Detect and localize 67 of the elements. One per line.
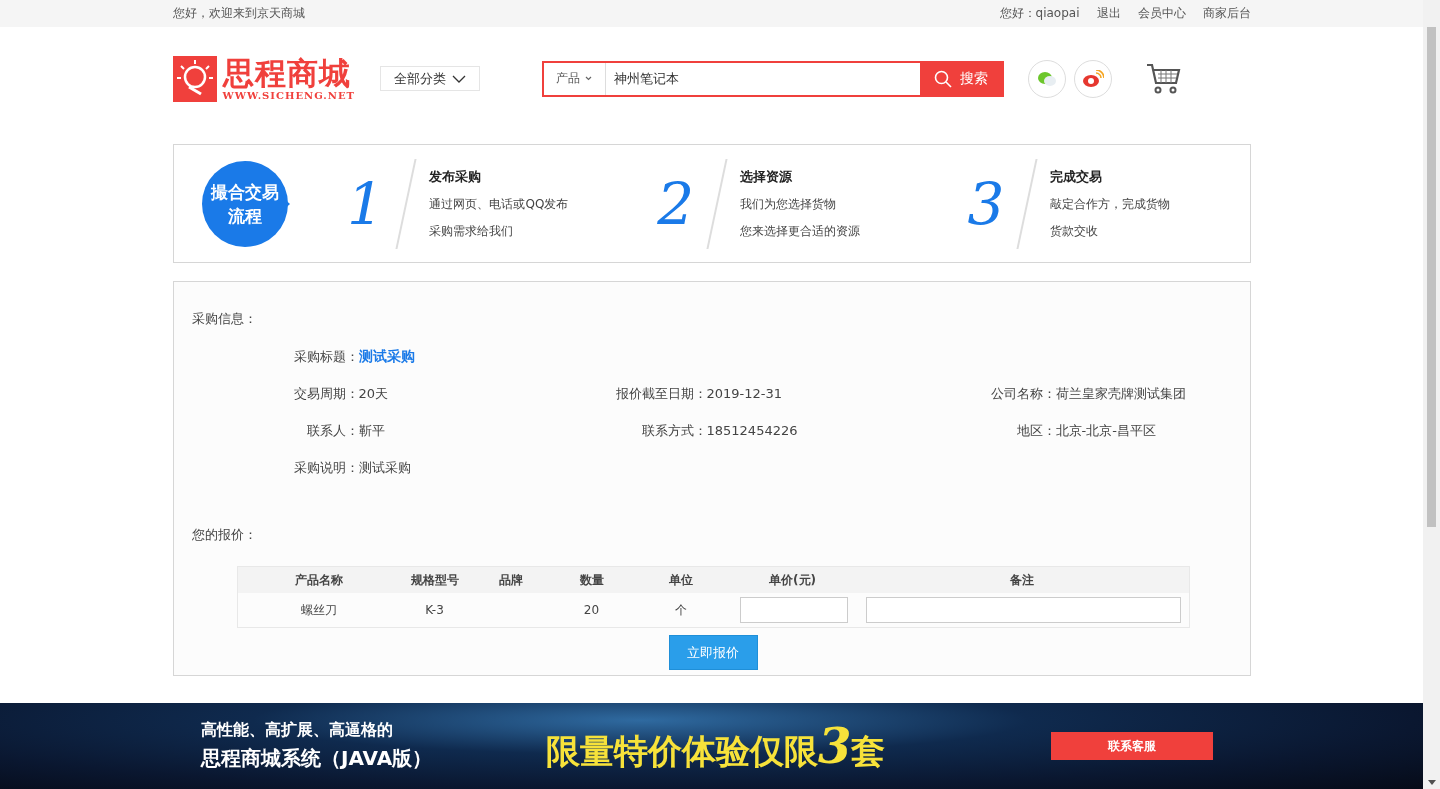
field-value: 20天: [358, 384, 390, 403]
column-header: 单位: [667, 571, 694, 589]
banner-text: 高性能、高扩展、高逼格的: [201, 720, 394, 741]
field-value: 北京-北京-昌平区: [1055, 421, 1157, 440]
chat-bubbles-icon: [1036, 70, 1057, 87]
column-header: 产品名称: [293, 571, 344, 589]
section-heading: 采购信息：: [191, 310, 258, 328]
weibo-button[interactable]: [1073, 59, 1112, 98]
lightbulb-logo-icon: [172, 55, 217, 102]
eye-swirl-icon: [1081, 69, 1104, 88]
table-cell-text: 螺丝刀: [299, 601, 338, 619]
step-title: 完成交易: [1049, 167, 1103, 186]
step-description: 您来选择更合适的资源: [739, 222, 860, 240]
contact-service-button[interactable]: 联系客服: [1051, 732, 1213, 760]
process-badge: 撮合交易 流程: [201, 160, 290, 247]
category-dropdown[interactable]: 全部分类: [379, 66, 480, 91]
remark-input-field[interactable]: [865, 597, 1181, 623]
search-icon: [933, 69, 952, 88]
table-cell-text: 20: [582, 603, 601, 617]
promo-text: 限量特价体验仅限3套: [546, 717, 887, 775]
logo-url: WWW.SICHENG.NET: [222, 90, 356, 101]
welcome-text: 您好，欢迎来到京天商城: [172, 5, 305, 22]
search-field[interactable]: 产品 神州笔记本 搜索: [541, 60, 1004, 97]
top-bar-link[interactable]: 商家后台: [1202, 5, 1251, 22]
step-description: 货款交收: [1049, 222, 1099, 240]
field-label: 联系人：: [305, 421, 359, 440]
purchase-title-link[interactable]: 测试采购: [358, 347, 559, 366]
step-number: 1: [346, 169, 385, 238]
section-heading: 您的报价：: [191, 526, 258, 544]
column-header: 单价(元): [768, 571, 817, 589]
step-title: 发布采购: [429, 167, 483, 186]
step-description: 通过网页、电话或QQ发布: [429, 195, 569, 213]
field-label: 采购说明：: [292, 458, 359, 477]
field-value: 靳平: [358, 421, 386, 440]
wechat-button[interactable]: [1027, 59, 1066, 98]
step-description: 采购需求给我们: [429, 222, 515, 240]
search-button[interactable]: 搜索: [919, 62, 1002, 95]
field-value: 18512454226: [706, 423, 799, 438]
field-label: 报价截至日期：: [614, 384, 707, 403]
column-header: 数量: [578, 571, 605, 589]
table-cell-text: K-3: [424, 603, 445, 617]
field-value: 荷兰皇家壳牌测试集团: [1055, 384, 1187, 403]
top-bar-link[interactable]: 会员中心: [1137, 5, 1186, 22]
field-label: 联系方式：: [640, 421, 707, 440]
field-label: 采购标题：: [292, 347, 359, 366]
table-cell-text: 个: [673, 601, 688, 619]
step-number: 2: [656, 169, 696, 238]
banner-text: 思程商城系统（JAVA版）: [201, 745, 434, 772]
field-label: 地区：: [1015, 421, 1056, 440]
field-value: 2019-12-31: [706, 386, 784, 401]
field-value: 测试采购: [358, 458, 412, 477]
step-description: 我们为您选择货物: [739, 195, 837, 213]
logo-name: 思程商城: [222, 56, 352, 90]
step-number: 3: [966, 169, 1006, 238]
chevron-down-icon: [451, 74, 466, 83]
column-header: 品牌: [497, 571, 524, 589]
user-greeting: 您好：qiaopai: [999, 5, 1080, 22]
top-bar-link[interactable]: 退出: [1096, 5, 1121, 22]
field-label: 公司名称：: [989, 384, 1056, 403]
column-header: 规格型号: [409, 571, 460, 589]
step-description: 敲定合作方，完成货物: [1049, 195, 1170, 213]
column-header: 备注: [1009, 571, 1035, 589]
field-label: 交易周期：: [292, 384, 359, 403]
shopping-cart-icon[interactable]: [1145, 62, 1182, 95]
price-input-field[interactable]: [739, 597, 848, 623]
step-title: 选择资源: [739, 167, 793, 186]
caret-icon: [585, 76, 592, 81]
